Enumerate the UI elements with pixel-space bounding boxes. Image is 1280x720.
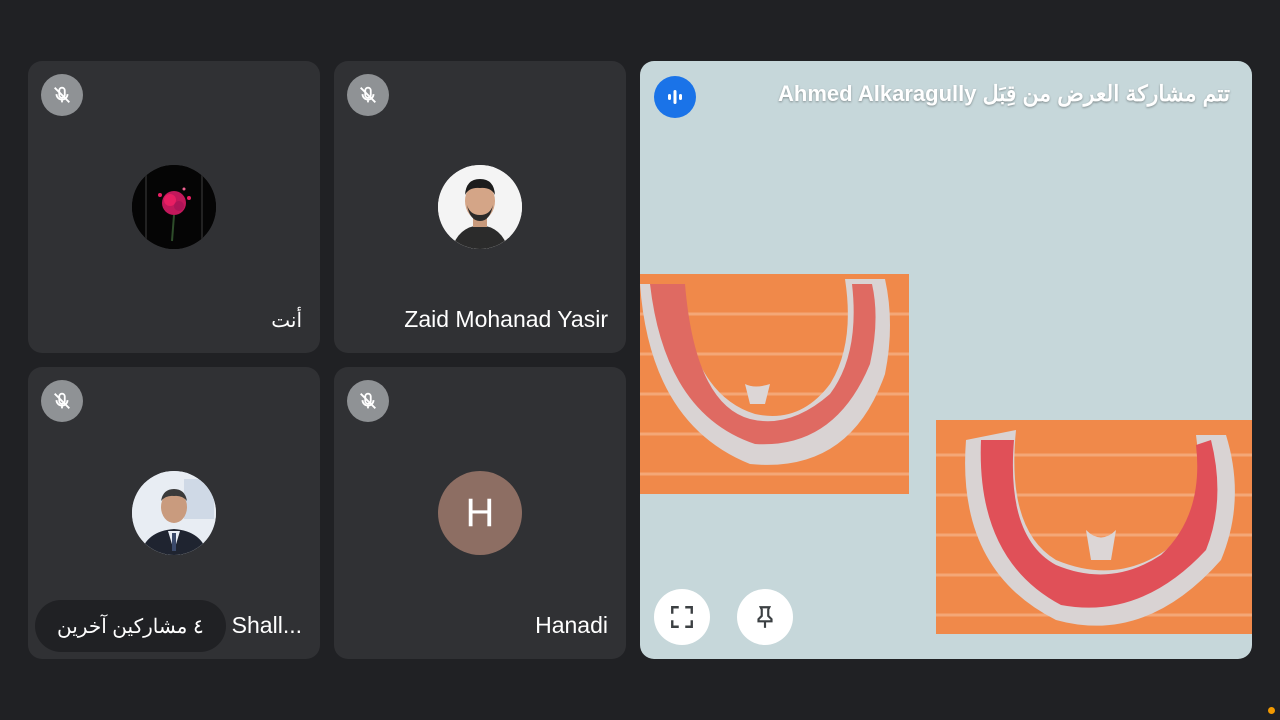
participant-name: Hanadi <box>535 612 608 638</box>
status-dot <box>1268 707 1275 714</box>
mic-off-icon <box>41 380 83 422</box>
avatar <box>132 471 216 555</box>
pin-icon <box>757 606 773 628</box>
presentation-title: تتم مشاركة العرض من قِبَل Ahmed Alkaragu… <box>778 81 1230 106</box>
pin-button[interactable] <box>737 589 793 645</box>
fullscreen-icon <box>671 606 693 628</box>
fullscreen-button[interactable] <box>654 589 710 645</box>
other-participants-badge[interactable]: ٤ مشاركين آخرين <box>35 600 226 652</box>
participant-tile-hanadi[interactable]: H Hanadi <box>334 367 626 659</box>
dental-photo-upper <box>640 274 909 494</box>
mic-off-icon <box>347 380 389 422</box>
mic-off-icon <box>41 74 83 116</box>
avatar: H <box>438 471 522 555</box>
dental-photo-lower <box>936 420 1252 634</box>
avatar <box>132 165 216 249</box>
speaking-icon <box>654 76 696 118</box>
participant-name: أنت <box>271 310 302 332</box>
mic-off-icon <box>347 74 389 116</box>
participant-name: Shall... <box>231 612 302 638</box>
participant-tile-zaid[interactable]: Zaid Mohanad Yasir <box>334 61 626 353</box>
avatar-letter: H <box>465 490 495 535</box>
participant-tile-you[interactable]: أنت <box>28 61 320 353</box>
presentation-tile[interactable]: تتم مشاركة العرض من قِبَل Ahmed Alkaragu… <box>640 61 1252 659</box>
others-label: ٤ مشاركين آخرين <box>57 615 204 638</box>
avatar <box>438 165 522 249</box>
participant-name: Zaid Mohanad Yasir <box>404 306 608 332</box>
